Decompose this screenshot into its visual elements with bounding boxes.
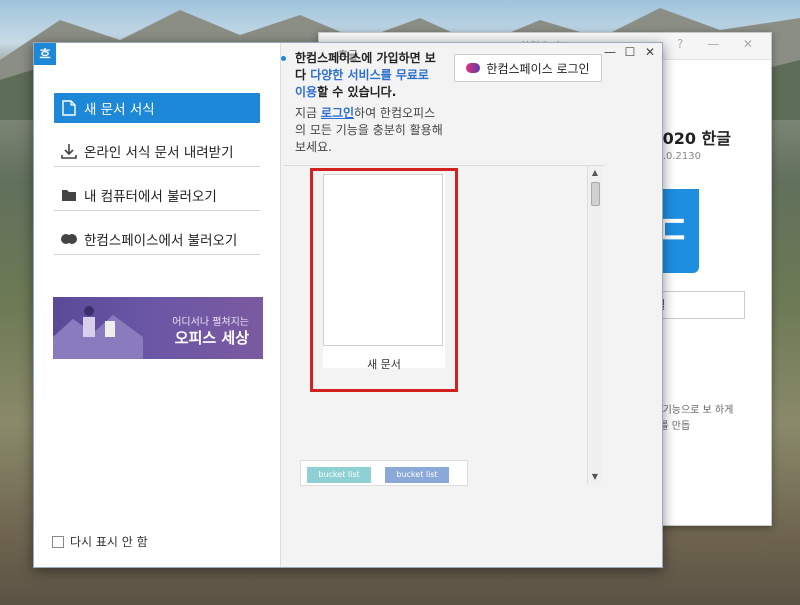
menu-item-label: 한컴스페이스에서 불러오기 xyxy=(84,233,238,249)
scroll-thumb[interactable] xyxy=(591,182,600,206)
hancom-space-logo-icon xyxy=(466,63,481,73)
gallery-scrollbar[interactable]: ▲ ▼ xyxy=(587,166,602,484)
login-button-label: 한컴스페이스 로그인 xyxy=(486,61,590,76)
hancom-space-notice: 한컴스페이스에 가입하면 보다 다양한 서비스를 무료로 이용할 수 있습니다.… xyxy=(281,50,443,156)
scroll-down-icon[interactable]: ▼ xyxy=(588,470,602,484)
background-window-controls[interactable]: ? — ✕ xyxy=(677,37,763,51)
highlight-annotation-box xyxy=(310,168,458,392)
banner-line1: 어디서나 펼쳐지는 xyxy=(172,317,249,328)
document-icon xyxy=(54,100,84,116)
menu-item-open-hancom-space[interactable]: 한컴스페이스에서 불러오기 xyxy=(54,224,260,255)
menu-item-open-local[interactable]: 내 컴퓨터에서 불러오기 xyxy=(54,180,260,211)
product-version: .0.2130 xyxy=(662,151,701,162)
hancom-space-login-button[interactable]: 한컴스페이스 로그인 xyxy=(454,54,602,82)
dont-show-again-checkbox[interactable]: 다시 표시 안 함 xyxy=(52,533,148,550)
left-panel: 흐 새 문서 서식 온라인 서식 문서 내려받기 내 컴퓨터에서 불러오기 한컴… xyxy=(34,43,281,567)
login-link[interactable]: 로그인 xyxy=(321,106,354,120)
dialog-window-controls: — ☐ ✕ xyxy=(604,45,656,59)
template-thumbnail[interactable]: bucket list xyxy=(307,467,371,483)
download-icon xyxy=(54,143,84,159)
menu-item-new-template[interactable]: 새 문서 서식 xyxy=(54,93,260,123)
menu-item-label: 온라인 서식 문서 내려받기 xyxy=(84,145,234,161)
folder-icon xyxy=(54,188,84,202)
dont-show-again-label: 다시 표시 안 함 xyxy=(70,535,148,549)
banner-illustration xyxy=(53,306,143,359)
product-name: 2020 한글 xyxy=(651,129,731,148)
cloud-icon xyxy=(54,233,84,245)
banner-line2: 오피스 세상 xyxy=(174,329,249,347)
menu-item-label: 내 컴퓨터에서 불러오기 xyxy=(84,189,217,205)
checkbox-icon[interactable] xyxy=(52,535,64,548)
bullet-icon xyxy=(281,56,286,61)
menu-item-online-templates[interactable]: 온라인 서식 문서 내려받기 xyxy=(54,136,260,167)
maximize-icon[interactable]: ☐ xyxy=(624,45,636,59)
office-promo-banner[interactable]: 어디서나 펼쳐지는 오피스 세상 xyxy=(53,297,263,359)
notice-headline: 한컴스페이스에 가입하면 보다 다양한 서비스를 무료로 이용할 수 있습니다. xyxy=(283,50,443,101)
template-thumbnails: bucket list bucket list xyxy=(300,460,468,486)
template-thumbnail[interactable]: bucket list xyxy=(385,467,449,483)
notice-head-part2: 할 수 있습니다. xyxy=(317,85,397,99)
source-menu: 새 문서 서식 온라인 서식 문서 내려받기 내 컴퓨터에서 불러오기 한컴스페… xyxy=(54,93,260,268)
minimize-icon[interactable]: — xyxy=(604,45,616,59)
scroll-up-icon[interactable]: ▲ xyxy=(588,166,602,180)
close-icon[interactable]: ✕ xyxy=(644,45,656,59)
notice-subtext: 지금 로그인하여 한컴오피스의 모든 기능을 충분히 활용해 보세요. xyxy=(283,105,443,156)
notice-sub-part1: 지금 xyxy=(295,106,321,120)
menu-item-label: 새 문서 서식 xyxy=(84,102,155,118)
